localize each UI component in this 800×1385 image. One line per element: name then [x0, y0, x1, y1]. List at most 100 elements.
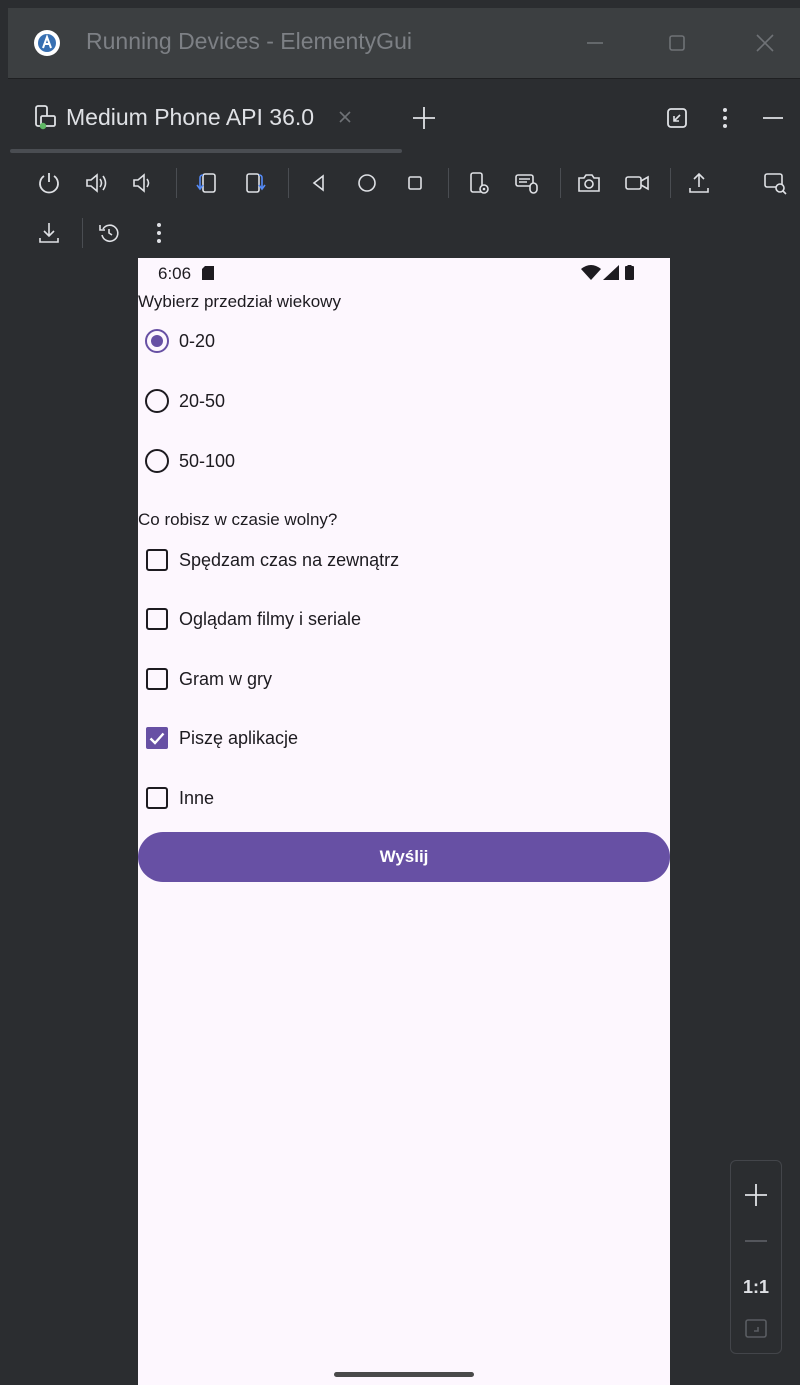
device-mirror-button[interactable]	[760, 168, 790, 198]
home-button[interactable]	[352, 168, 382, 198]
tab-underline	[10, 149, 402, 153]
checkbox-checked[interactable]	[144, 725, 170, 751]
power-button[interactable]	[34, 168, 64, 198]
hobby-option-label: Gram w gry	[179, 668, 273, 689]
more-vertical-icon	[723, 108, 727, 128]
rotate-right-icon	[246, 173, 266, 193]
toolbar-separator	[448, 168, 449, 198]
screen-record-button[interactable]	[622, 168, 652, 198]
radio-button[interactable]	[144, 448, 170, 474]
hide-panel-button[interactable]	[758, 103, 788, 133]
hobby-option-games[interactable]: Gram w gry	[144, 664, 272, 694]
toolbar-separator	[176, 168, 177, 198]
hobby-option-label: Oglądam filmy i seriale	[179, 608, 362, 629]
tab-label: Medium Phone API 36.0	[66, 103, 315, 130]
tab-close-icon[interactable]	[336, 108, 354, 126]
screen-record-icon	[625, 175, 649, 191]
hobby-option-other[interactable]: Inne	[144, 783, 214, 813]
back-button[interactable]	[304, 168, 334, 198]
hobby-option-outdoors[interactable]: Spędzam czas na zewnątrz	[144, 545, 399, 575]
maximize-icon	[669, 35, 685, 51]
phone-status-bar: 6:06	[138, 258, 670, 290]
android-studio-logo-icon	[34, 30, 60, 56]
age-option-20-50[interactable]: 20-50	[144, 386, 225, 416]
screenshot-icon	[578, 174, 600, 192]
wifi-icon	[581, 265, 601, 280]
collapse-icon	[667, 108, 687, 128]
device-mirror-icon	[764, 173, 787, 195]
title-bar: Running Devices - ElementyGui	[8, 8, 800, 78]
age-option-label: 0-20	[179, 330, 216, 351]
zoom-controls: 1:1	[730, 1160, 782, 1354]
rotate-right-button[interactable]	[240, 168, 270, 198]
device-settings-icon	[470, 172, 489, 194]
status-time: 6:06	[158, 264, 192, 283]
upload-button[interactable]	[684, 168, 714, 198]
download-icon	[39, 223, 59, 243]
toolbar-separator	[82, 218, 83, 248]
volume-down-icon	[133, 173, 150, 193]
device-icon	[35, 105, 56, 130]
keyboard-mouse-button[interactable]	[512, 168, 542, 198]
age-option-0-20[interactable]: 0-20	[144, 326, 215, 356]
upload-icon	[689, 172, 709, 193]
home-icon	[358, 174, 376, 192]
download-button[interactable]	[34, 218, 64, 248]
hobby-option-label: Piszę aplikacje	[179, 727, 299, 748]
age-option-label: 20-50	[179, 390, 226, 411]
hobby-option-label: Inne	[179, 787, 215, 808]
checkbox[interactable]	[144, 785, 170, 811]
zoom-in-button[interactable]	[731, 1173, 781, 1217]
more-vertical-icon	[157, 223, 161, 243]
tab-medium-phone[interactable]: Medium Phone API 36.0	[32, 99, 354, 135]
hobby-option-label: Spędzam czas na zewnątrz	[179, 549, 400, 570]
restore-snapshot-icon	[99, 224, 119, 242]
device-settings-button[interactable]	[464, 168, 494, 198]
add-tab-icon[interactable]	[411, 105, 437, 131]
restore-snapshot-button[interactable]	[94, 218, 124, 248]
toolbar-more-button[interactable]	[144, 218, 174, 248]
close-icon	[756, 34, 774, 52]
toolbar-separator	[560, 168, 561, 198]
hobby-option-apps[interactable]: Piszę aplikacje	[144, 723, 298, 753]
checkbox[interactable]	[144, 666, 170, 692]
collapse-button[interactable]	[662, 103, 692, 133]
screenshot-button[interactable]	[574, 168, 604, 198]
actual-size-button[interactable]: 1:1	[731, 1265, 781, 1309]
keyboard-mouse-icon	[515, 174, 538, 194]
phone-screen[interactable]: 6:06 Wybierz przedział wiekowy 0-20 20-5…	[138, 258, 670, 1385]
toolbar-separator	[670, 168, 671, 198]
status-icons	[581, 265, 634, 280]
close-window-button[interactable]	[748, 26, 782, 60]
battery-icon	[625, 265, 634, 280]
toolbar-separator	[288, 168, 289, 198]
minimize-button[interactable]	[578, 26, 612, 60]
rotate-left-button[interactable]	[192, 168, 222, 198]
gesture-home-indicator[interactable]	[334, 1372, 474, 1377]
cellular-signal-icon	[603, 265, 619, 280]
volume-up-icon	[86, 173, 107, 193]
tab-options-button[interactable]	[710, 103, 740, 133]
device-tab-bar: Medium Phone API 36.0	[8, 78, 800, 155]
zoom-fit-icon	[745, 1319, 767, 1338]
zoom-fit-button[interactable]	[731, 1307, 781, 1351]
checkbox[interactable]	[144, 547, 170, 573]
volume-up-button[interactable]	[82, 168, 112, 198]
checkbox[interactable]	[144, 606, 170, 632]
actual-size-label: 1:1	[742, 1276, 769, 1297]
radio-button[interactable]	[144, 388, 170, 414]
age-question-label: Wybierz przedział wiekowy	[138, 292, 341, 311]
hobby-option-movies[interactable]: Oglądam filmy i seriale	[144, 604, 361, 634]
zoom-in-icon	[745, 1184, 767, 1206]
minimize-icon	[587, 42, 603, 44]
power-icon	[39, 173, 59, 194]
submit-button[interactable]: Wyślij	[138, 832, 670, 882]
volume-down-button[interactable]	[128, 168, 158, 198]
hobby-question-label: Co robisz w czasie wolny?	[138, 510, 338, 529]
maximize-button[interactable]	[660, 26, 694, 60]
radio-button-selected[interactable]	[144, 328, 170, 354]
age-option-50-100[interactable]: 50-100	[144, 446, 235, 476]
zoom-out-button[interactable]	[731, 1219, 781, 1263]
overview-button[interactable]	[400, 168, 430, 198]
zoom-out-icon	[745, 1240, 767, 1242]
